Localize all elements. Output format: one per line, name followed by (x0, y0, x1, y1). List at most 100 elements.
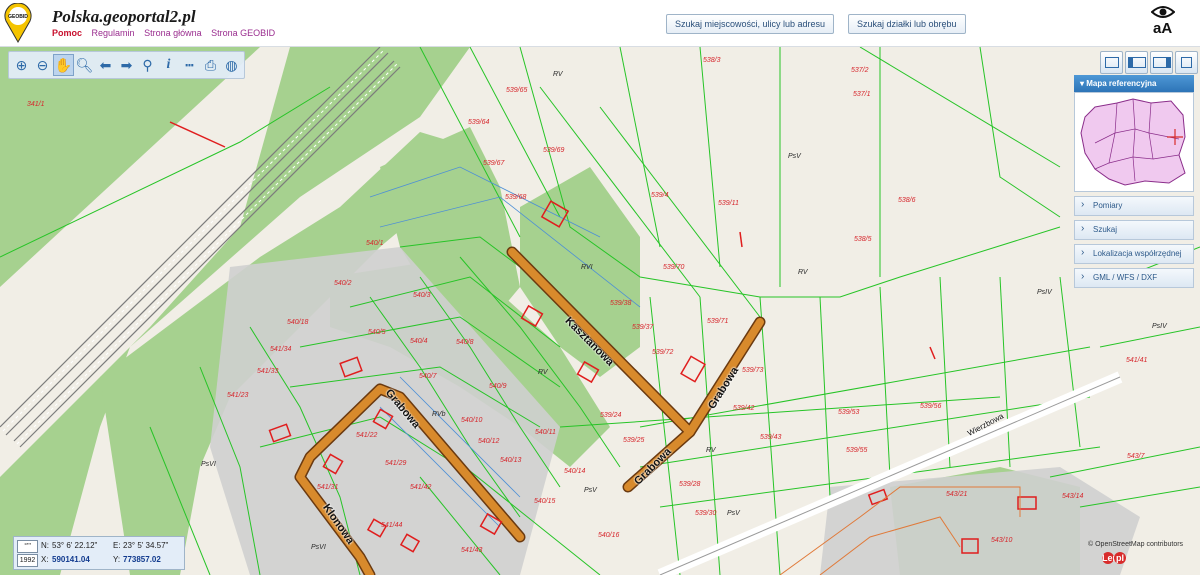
print-icon[interactable]: ⎙ (200, 54, 221, 76)
parcel-label: 539/4 (651, 192, 669, 199)
parcel-label: 539/24 (600, 412, 622, 419)
layout-split-icon[interactable] (1125, 51, 1148, 74)
logo-text: GEOBID (8, 14, 28, 20)
parcel-label: 540/4 (410, 338, 428, 345)
lento-watermark: Lentopl (1102, 545, 1127, 567)
landuse-label: RV (553, 71, 563, 78)
measure-ruler-icon[interactable]: ┅ (179, 54, 200, 76)
zoom-in-icon[interactable]: ⊕ (11, 54, 32, 76)
zoom-box-icon[interactable]: 🔍︎ (74, 54, 95, 76)
parcel-label: 539/65 (506, 87, 528, 94)
parcel-label: 541/23 (227, 392, 249, 399)
panel-toggle-icon[interactable] (1150, 51, 1173, 74)
parcel-label: 541/33 (257, 368, 279, 375)
geobid-logo-icon[interactable]: GEOBID (3, 3, 33, 43)
parcel-label: 537/1 (853, 91, 871, 98)
e-value: 23° 5' 34.57" (123, 541, 169, 550)
header-bar: GEOBID Polska.geoportal2.pl Pomoc Regula… (0, 0, 1200, 47)
layout-full-icon[interactable] (1100, 51, 1123, 74)
panel-search[interactable]: Szukaj (1074, 220, 1194, 240)
map-view[interactable]: Kasztanowa Grabowa Grabowa Grabowa Klono… (0, 47, 1200, 575)
landuse-label: RV (538, 369, 548, 376)
parcel-label: 538/5 (854, 236, 872, 243)
link-home[interactable]: Strona główna (144, 28, 202, 38)
panel-measurements[interactable]: Pomiary (1074, 196, 1194, 216)
zoom-out-icon[interactable]: ⊖ (32, 54, 53, 76)
eye-icon[interactable] (1151, 5, 1175, 19)
link-help[interactable]: Pomoc (52, 28, 82, 38)
link-terms[interactable]: Regulamin (92, 28, 135, 38)
coord-system-button[interactable]: 1992 (17, 554, 38, 567)
parcel-label: 541/31 (317, 484, 339, 491)
link-icon[interactable]: ⚲ (137, 54, 158, 76)
parcel-label: 540/16 (598, 532, 620, 539)
parcel-label: 543/21 (946, 491, 968, 498)
parcel-label: 539/56 (920, 403, 942, 410)
landuse-label: RVb (432, 411, 446, 418)
parcel-label: 541/34 (270, 346, 292, 353)
parcel-label: 539/72 (652, 349, 674, 356)
parcel-label: 539/70 (663, 264, 685, 271)
parcel-label: 540/8 (456, 339, 474, 346)
x-value: 590141.04 (52, 555, 90, 564)
parcel-label: 539/38 (610, 300, 632, 307)
font-size-toggle[interactable]: aA (1153, 20, 1172, 37)
globe-icon[interactable]: ◍ (221, 54, 242, 76)
top-links: Pomoc Regulamin Strona główna Strona GEO… (52, 28, 282, 38)
parcel-label: 539/42 (733, 405, 755, 412)
parcel-label: 539/68 (505, 194, 527, 201)
panel-coordinate-location[interactable]: Lokalizacja współrzędnej (1074, 244, 1194, 264)
map-canvas[interactable] (0, 47, 1200, 575)
coord-format-icon[interactable]: °'" (17, 540, 38, 553)
pan-hand-icon[interactable]: ✋ (53, 54, 74, 76)
parcel-label: 341/1 (27, 101, 45, 108)
parcel-label: 541/44 (381, 522, 403, 529)
parcel-label: 541/29 (385, 460, 407, 467)
search-address-button[interactable]: Szukaj miejscowości, ulicy lub adresu (666, 14, 835, 34)
side-panel: Mapa referencyjna Pomiary Szukaj Lokaliz… (1074, 75, 1194, 288)
parcel-label: 540/3 (413, 292, 431, 299)
e-label: E: (113, 541, 121, 550)
parcel-label: 543/7 (1127, 453, 1145, 460)
search-parcel-button[interactable]: Szukaj działki lub obrębu (848, 14, 966, 34)
parcel-label: 539/28 (679, 481, 701, 488)
landuse-label: PsIV (1152, 323, 1167, 330)
parcel-label: 539/69 (543, 147, 565, 154)
ref-map-header[interactable]: Mapa referencyjna (1074, 75, 1194, 92)
parcel-label: 540/1 (366, 240, 384, 247)
landuse-label: RVI (581, 264, 593, 271)
n-label: N: (41, 541, 49, 550)
forward-arrow-icon[interactable]: ➡ (116, 54, 137, 76)
poland-map-icon (1080, 98, 1186, 186)
info-icon[interactable]: i (158, 54, 179, 76)
back-arrow-icon[interactable]: ⬅ (95, 54, 116, 76)
site-title: Polska.geoportal2.pl (52, 7, 196, 26)
parcel-label: 539/67 (483, 160, 505, 167)
parcel-label: 543/14 (1062, 493, 1084, 500)
landuse-label: PsVI (311, 544, 326, 551)
landuse-label: RV (798, 269, 808, 276)
link-geobid[interactable]: Strona GEOBID (211, 28, 275, 38)
parcel-label: 539/55 (846, 447, 868, 454)
parcel-label: 539/53 (838, 409, 860, 416)
parcel-label: 540/15 (534, 498, 556, 505)
expand-icon[interactable] (1175, 51, 1198, 74)
reference-map[interactable] (1074, 92, 1194, 192)
layout-buttons (1100, 51, 1198, 74)
landuse-label: PsV (788, 153, 801, 160)
parcel-label: 540/18 (287, 319, 309, 326)
landuse-label: RV (706, 447, 716, 454)
parcel-label: 539/30 (695, 510, 717, 517)
landuse-label: PsV (727, 510, 740, 517)
x-label: X: (41, 555, 49, 564)
parcel-label: 540/14 (564, 468, 586, 475)
parcel-label: 540/5 (368, 329, 386, 336)
parcel-label: 541/41 (1126, 357, 1148, 364)
parcel-label: 538/3 (703, 57, 721, 64)
panel-gml-wfs-dxf[interactable]: GML / WFS / DXF (1074, 268, 1194, 288)
parcel-label: 541/22 (356, 432, 378, 439)
parcel-label: 540/12 (478, 438, 500, 445)
parcel-label: 539/37 (632, 324, 654, 331)
landuse-label: PsIV (1037, 289, 1052, 296)
parcel-label: 541/43 (461, 547, 483, 554)
